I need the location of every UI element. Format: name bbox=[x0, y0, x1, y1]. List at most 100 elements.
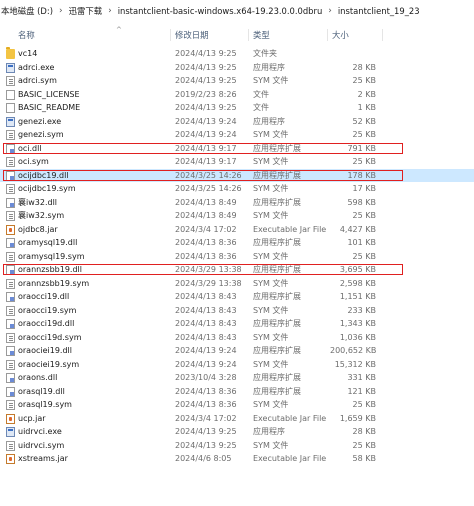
file-row[interactable]: oramysql19.dll 2024/4/13 8:36 应用程序扩展 101 KB bbox=[0, 236, 474, 250]
file-size: 25 KB bbox=[352, 440, 376, 450]
column-divider[interactable] bbox=[248, 29, 249, 41]
folder-icon bbox=[6, 47, 15, 59]
file-row[interactable]: oraocci19.dll 2024/4/13 8:43 应用程序扩展 1,151 K… bbox=[0, 290, 474, 304]
file-row[interactable]: oraons.dll 2023/10/4 3:28 应用程序扩展 331 KB bbox=[0, 371, 474, 385]
file-row[interactable]: xstreams.jar 2024/4/6 8:05 Executable Jar … bbox=[0, 452, 474, 466]
dll-icon bbox=[6, 346, 15, 356]
file-date: 2024/4/13 8:49 bbox=[175, 197, 237, 207]
file-icon bbox=[6, 89, 15, 100]
chevron-right-icon[interactable]: › bbox=[323, 6, 337, 16]
chevron-right-icon[interactable]: › bbox=[54, 6, 68, 16]
file-row[interactable]: BASIC_LICENSE 2019/2/23 8:26 文件 2 KB bbox=[0, 88, 474, 102]
file-row[interactable]: oraociei19.sym 2024/4/13 9:24 SYM 文件 15,312… bbox=[0, 358, 474, 372]
exe-icon bbox=[6, 62, 15, 73]
column-header-date[interactable]: 修改日期 bbox=[175, 29, 209, 41]
file-size: 200,652 KB bbox=[330, 346, 377, 355]
file-row[interactable]: genezi.sym 2024/4/13 9:24 SYM 文件 25 KB bbox=[0, 128, 474, 142]
file-name: ucp.jar bbox=[18, 413, 46, 423]
file-row[interactable]: uidrvci.exe 2024/4/13 9:25 应用程序 28 KB bbox=[0, 425, 474, 439]
file-date: 2024/4/13 9:17 bbox=[175, 143, 237, 153]
file-type: SYM 文件 bbox=[253, 211, 289, 220]
file-size: 28 KB bbox=[352, 62, 376, 72]
file-row[interactable]: orasql19.sym 2024/4/13 8:36 SYM 文件 25 KB bbox=[0, 398, 474, 412]
file-date: 2024/4/13 9:17 bbox=[175, 157, 237, 166]
column-divider[interactable] bbox=[382, 29, 383, 41]
dll-icon bbox=[6, 386, 15, 397]
breadcrumb-item-downloads[interactable]: 迅雷下载 bbox=[68, 5, 104, 17]
file-date: 2024/4/13 9:25 bbox=[175, 76, 237, 85]
file-row[interactable]: vc14 2024/4/13 9:25 文件夹 bbox=[0, 47, 474, 61]
file-name: oramysql19.dll bbox=[18, 238, 78, 247]
column-divider[interactable] bbox=[327, 29, 328, 41]
file-type: 应用程序扩展 bbox=[253, 197, 301, 207]
column-header-name[interactable]: 名称 bbox=[18, 29, 35, 41]
file-date: 2024/3/25 14:26 bbox=[175, 170, 242, 180]
file-date: 2024/4/13 8:36 bbox=[175, 251, 237, 261]
file-date: 2024/4/13 9:24 bbox=[175, 359, 237, 369]
file-name: oci.sym bbox=[18, 157, 49, 166]
file-size: 25 KB bbox=[352, 157, 376, 166]
file-size: 791 KB bbox=[347, 143, 376, 153]
file-date: 2024/3/4 17:02 bbox=[175, 413, 237, 423]
file-row[interactable]: adrci.exe 2024/4/13 9:25 应用程序 28 KB bbox=[0, 61, 474, 75]
file-size: 121 KB bbox=[347, 386, 376, 396]
file-type: Executable Jar File bbox=[253, 413, 327, 423]
file-size: 233 KB bbox=[347, 305, 376, 315]
file-type: SYM 文件 bbox=[253, 251, 289, 261]
file-type: SYM 文件 bbox=[253, 332, 289, 342]
file-name: oraocci19d.sym bbox=[18, 332, 82, 342]
file-row[interactable]: BASIC_README 2024/4/13 9:25 文件 1 KB bbox=[0, 101, 474, 115]
breadcrumb-item-drive[interactable]: 本地磁盘 (D:) bbox=[0, 5, 54, 17]
file-name: uidrvci.sym bbox=[18, 440, 65, 450]
dll-icon bbox=[6, 373, 15, 383]
file-row[interactable]: adrci.sym 2024/4/13 9:25 SYM 文件 25 KB bbox=[0, 74, 474, 88]
column-header-type[interactable]: 类型 bbox=[253, 29, 270, 41]
file-row[interactable]: oraocci19d.dll 2024/4/13 8:43 应用程序扩展 1,343 … bbox=[0, 317, 474, 331]
file-date: 2024/4/13 9:24 bbox=[175, 130, 237, 139]
file-size: 25 KB bbox=[352, 211, 376, 220]
file-date: 2024/3/29 13:38 bbox=[175, 278, 242, 288]
file-row[interactable]: ocijdbc19.dll 2024/3/25 14:26 应用程序扩展 178 KB bbox=[0, 168, 474, 182]
file-row[interactable]: genezi.exe 2024/4/13 9:24 应用程序 52 KB bbox=[0, 115, 474, 129]
file-name: oramysql19.sym bbox=[18, 251, 85, 261]
column-divider[interactable] bbox=[170, 29, 171, 41]
chevron-right-icon[interactable]: › bbox=[103, 6, 117, 16]
file-name: vc14 bbox=[18, 49, 38, 58]
file-date: 2024/4/13 8:36 bbox=[175, 386, 237, 396]
file-type: 应用程序 bbox=[253, 427, 285, 436]
file-row[interactable]: ucp.jar 2024/3/4 17:02 Executable Jar File… bbox=[0, 412, 474, 426]
file-row[interactable]: oraocci19d.sym 2024/4/13 8:43 SYM 文件 1,036 … bbox=[0, 331, 474, 345]
file-row[interactable]: oraocci19.sym 2024/4/13 8:43 SYM 文件 233 KB bbox=[0, 304, 474, 318]
file-name: adrci.exe bbox=[18, 62, 55, 72]
sym-icon bbox=[6, 359, 15, 370]
file-size: 58 KB bbox=[352, 454, 376, 463]
file-date: 2024/4/13 8:43 bbox=[175, 332, 237, 342]
column-header: 名称 修改日期 类型 大小 bbox=[0, 26, 474, 44]
file-type: 应用程序 bbox=[253, 62, 285, 72]
file-row[interactable]: oci.dll 2024/4/13 9:17 应用程序扩展 791 KB bbox=[0, 142, 474, 156]
breadcrumb-item-package[interactable]: instantclient-basic-windows.x64-19.23.0.… bbox=[117, 6, 324, 16]
file-name: oraons.dll bbox=[18, 373, 58, 382]
breadcrumb-item-current[interactable]: instantclient_19_23 bbox=[337, 6, 421, 16]
file-name: oraocci19d.dll bbox=[18, 319, 75, 328]
file-row[interactable]: 襄iw32.dll 2024/4/13 8:49 应用程序扩展 598 KB bbox=[0, 196, 474, 210]
file-type: 应用程序扩展 bbox=[253, 238, 301, 247]
file-size: 2 KB bbox=[357, 89, 376, 99]
file-row[interactable]: uidrvci.sym 2024/4/13 9:25 SYM 文件 25 KB bbox=[0, 439, 474, 453]
file-row[interactable]: ocijdbc19.sym 2024/3/25 14:26 SYM 文件 17 KB bbox=[0, 182, 474, 196]
jar-icon bbox=[6, 224, 15, 235]
file-size: 25 KB bbox=[352, 130, 376, 139]
file-row[interactable]: oramysql19.sym 2024/4/13 8:36 SYM 文件 25 KB bbox=[0, 250, 474, 264]
file-row[interactable]: orannzsbb19.sym 2024/3/29 13:38 SYM 文件 2,59… bbox=[0, 277, 474, 291]
file-row[interactable]: ojdbc8.jar 2024/3/4 17:02 Executable Jar F… bbox=[0, 223, 474, 237]
column-header-size[interactable]: 大小 bbox=[332, 29, 349, 41]
file-row[interactable]: orannzsbb19.dll 2024/3/29 13:38 应用程序扩展 3,69… bbox=[0, 263, 474, 277]
file-row[interactable]: oci.sym 2024/4/13 9:17 SYM 文件 25 KB bbox=[0, 155, 474, 169]
file-row[interactable]: orasql19.dll 2024/4/13 8:36 应用程序扩展 121 KB bbox=[0, 385, 474, 399]
dll-icon bbox=[6, 197, 15, 208]
file-row[interactable]: oraociei19.dll 2024/4/13 9:24 应用程序扩展 200,65… bbox=[0, 344, 474, 358]
file-type: 应用程序扩展 bbox=[253, 386, 301, 396]
exe-icon bbox=[6, 427, 15, 437]
file-name: orannzsbb19.sym bbox=[18, 278, 90, 288]
file-row[interactable]: 襄iw32.sym 2024/4/13 8:49 SYM 文件 25 KB bbox=[0, 209, 474, 223]
